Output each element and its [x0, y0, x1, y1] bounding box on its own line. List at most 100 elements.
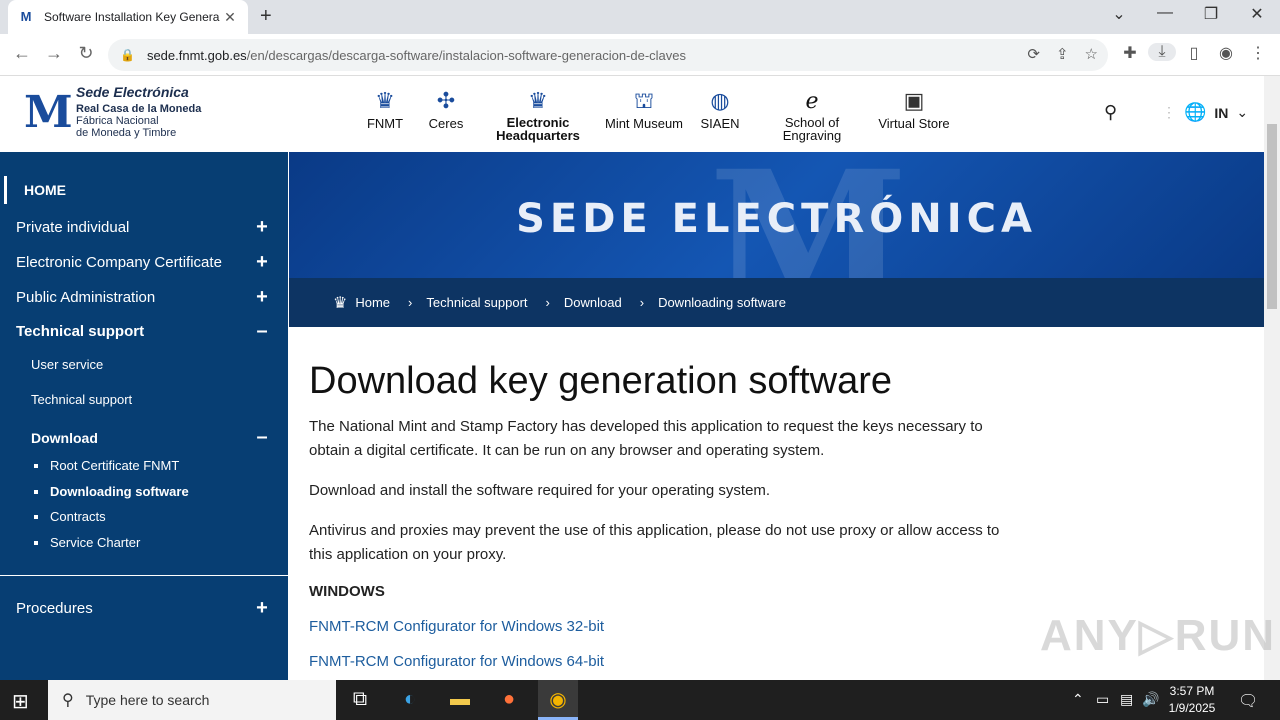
menu-kebab-icon[interactable]: ⋮	[1244, 43, 1272, 63]
extensions-puzzle-icon[interactable]: ✚	[1116, 43, 1144, 63]
url-domain: sede.fnmt.gob.es	[146, 47, 247, 63]
breadcrumb-download[interactable]: Download	[564, 295, 622, 310]
divider-dots: ⋮	[1162, 104, 1176, 120]
sidebar-item-home[interactable]: HOME	[24, 182, 280, 198]
sidebar-sub-technical-support[interactable]: Technical support	[31, 392, 132, 407]
crown-m-icon: ♛	[375, 88, 395, 113]
volume-icon[interactable]: 🔊	[1142, 691, 1159, 708]
scrollbar-thumb[interactable]	[1267, 124, 1277, 309]
page-scrollbar[interactable]	[1264, 76, 1280, 680]
hero-banner: M SEDE ELECTRÓNICA	[289, 152, 1264, 278]
download-icon[interactable]: ⤓	[1148, 43, 1176, 61]
notifications-icon[interactable]: 🗨	[1238, 691, 1258, 711]
back-arrow-icon[interactable]: ←	[10, 43, 34, 64]
expand-plus-icon[interactable]: +	[252, 251, 272, 274]
browser-tab[interactable]: M Software Installation Key Genera ✕	[8, 0, 248, 34]
chevron-down-icon: ⌄	[1236, 104, 1249, 120]
share-icon[interactable]: ⇪	[1056, 45, 1069, 63]
active-indicator	[4, 176, 7, 204]
clock-date: 1/9/2025	[1168, 701, 1216, 715]
chevron-right-icon: ›	[408, 295, 413, 310]
logo-line1: Sede Electrónica	[76, 84, 189, 100]
lock-icon[interactable]: 🔒	[120, 48, 135, 62]
install-paragraph: Download and install the software requir…	[309, 482, 771, 499]
logo-line2: Real Casa de la Moneda	[76, 103, 202, 115]
file-explorer-icon[interactable]: ▬	[440, 688, 480, 711]
sidebar-subsub-service-charter[interactable]: Service Charter	[33, 535, 140, 550]
language-code: IN	[1214, 104, 1229, 121]
close-tab-icon[interactable]: ✕	[222, 9, 238, 26]
sidebar-subsub-contracts[interactable]: Contracts	[34, 509, 106, 524]
expand-plus-icon[interactable]: +	[252, 216, 272, 239]
profile-avatar-icon[interactable]: ◉	[1212, 43, 1240, 63]
crown-m-logo-icon: M	[24, 87, 73, 138]
sidebar-sub-user-service[interactable]: User service	[31, 357, 103, 372]
reload-icon[interactable]: ↻	[74, 43, 98, 64]
search-icon: ⚲	[62, 692, 74, 709]
expand-plus-icon[interactable]: +	[252, 286, 272, 309]
site-logo[interactable]: M Sede Electrónica Real Casa de la Moned…	[24, 84, 201, 142]
bookmark-star-icon[interactable]: ☆	[1085, 45, 1098, 63]
sidebar-item-company-certificate[interactable]: Electronic Company Certificate +	[16, 251, 272, 274]
sidebar-subsub-root-certificate[interactable]: Root Certificate FNMT	[33, 458, 179, 473]
chevron-right-icon: ›	[639, 295, 645, 310]
sidebar-subsub-downloading-software[interactable]: Downloading software	[34, 484, 189, 499]
sidebar-item-procedures[interactable]: Procedures +	[16, 597, 272, 620]
collapse-minus-icon[interactable]: –	[252, 320, 272, 343]
download-link-win64[interactable]: FNMT-RCM Configurator for Windows 64-bit	[309, 653, 1009, 670]
address-bar[interactable]: 🔒 sede.fnmt.gob.es/en/descargas/descarga…	[108, 39, 1108, 71]
page-title: Download key generation software	[309, 360, 893, 402]
search-icon[interactable]: ⚲	[1104, 102, 1117, 123]
windows-heading: WINDOWS	[309, 583, 385, 600]
download-link-win32[interactable]: FNMT-RCM Configurator for Windows 32-bit	[309, 618, 1009, 635]
collapse-minus-icon[interactable]: –	[252, 426, 272, 449]
sidebar-sub-download[interactable]: Download –	[31, 426, 272, 449]
firefox-icon[interactable]: ●	[489, 688, 529, 711]
logo-line4: de Moneda y Timbre	[76, 127, 177, 139]
expand-plus-icon[interactable]: +	[252, 597, 272, 620]
home-crown-icon: ♛	[333, 294, 348, 312]
sidebar-item-technical-support[interactable]: Technical support –	[16, 320, 272, 343]
translate-icon[interactable]: ⟳	[1027, 45, 1040, 63]
browser-toolbar: ← → ↻ 🔒 sede.fnmt.gob.es/en/descargas/de…	[0, 34, 1280, 76]
breadcrumb-technical-support[interactable]: Technical support	[426, 295, 527, 310]
taskbar-clock[interactable]: 3:57 PM 1/9/2025	[1160, 683, 1224, 717]
taskbar-search-box[interactable]: ⚲ Type here to search	[48, 680, 336, 720]
topnav-electronic-headquarters[interactable]: ♛ Electronic Headquarters	[490, 86, 586, 142]
restore-icon[interactable]: ❐	[1188, 4, 1234, 24]
topnav-school-of-engraving[interactable]: ℯ School of Engraving	[770, 86, 854, 142]
chevron-right-icon: ›	[545, 295, 550, 310]
url-path: /en/descargas/descarga-software/instalac…	[246, 47, 687, 63]
language-selector[interactable]: ⋮ 🌐 IN ⌄	[1162, 102, 1248, 123]
tray-device-icon[interactable]: ▭	[1096, 691, 1109, 708]
topnav-fnmt[interactable]: ♛ FNMT	[360, 86, 410, 131]
chrome-icon[interactable]: ◉	[538, 680, 578, 720]
side-panel-icon[interactable]: ▯	[1180, 43, 1208, 63]
new-tab-plus-icon[interactable]: +	[260, 5, 272, 28]
topnav-virtual-store[interactable]: ▣ Virtual Store	[872, 86, 956, 131]
task-view-icon[interactable]: ⧉	[340, 688, 380, 711]
forward-arrow-icon[interactable]: →	[42, 43, 66, 64]
antivirus-paragraph: Antivirus and proxies may prevent the us…	[309, 522, 1000, 563]
topnav-mint-museum[interactable]: ⛫ Mint Museum	[600, 86, 688, 131]
windows-taskbar: ⊞ ⚲ Type here to search ⧉ ◐ ▬ ● ◉ ⌃ ▭ ▤ …	[0, 680, 1280, 720]
topnav-ceres[interactable]: ✣ Ceres	[420, 86, 472, 131]
globe-icon: 🌐	[1184, 102, 1207, 122]
minimize-icon[interactable]: —	[1142, 4, 1188, 22]
sidebar-item-private-individual[interactable]: Private individual +	[16, 216, 272, 239]
close-window-icon[interactable]: ✕	[1234, 4, 1280, 24]
site-header: M Sede Electrónica Real Casa de la Moned…	[0, 76, 1264, 152]
sidebar-item-public-administration[interactable]: Public Administration +	[16, 286, 272, 309]
sidebar-divider	[0, 575, 288, 576]
tab-search-chevron-icon[interactable]: ⌄	[1096, 4, 1142, 24]
network-icon[interactable]: ▤	[1120, 691, 1133, 708]
windows-start-icon[interactable]: ⊞	[12, 689, 29, 714]
tab-title: Software Installation Key Genera	[44, 10, 220, 24]
topnav-siaen[interactable]: ◍ SIAEN	[696, 86, 744, 131]
globe-seal-icon: ◍	[710, 88, 730, 113]
breadcrumb-home[interactable]: Home	[355, 295, 390, 310]
ceres-icon: ✣	[436, 88, 456, 113]
crown-m-icon: ♛	[528, 88, 548, 113]
edge-icon[interactable]: ◐	[390, 688, 430, 711]
tray-chevron-up-icon[interactable]: ⌃	[1072, 691, 1084, 708]
